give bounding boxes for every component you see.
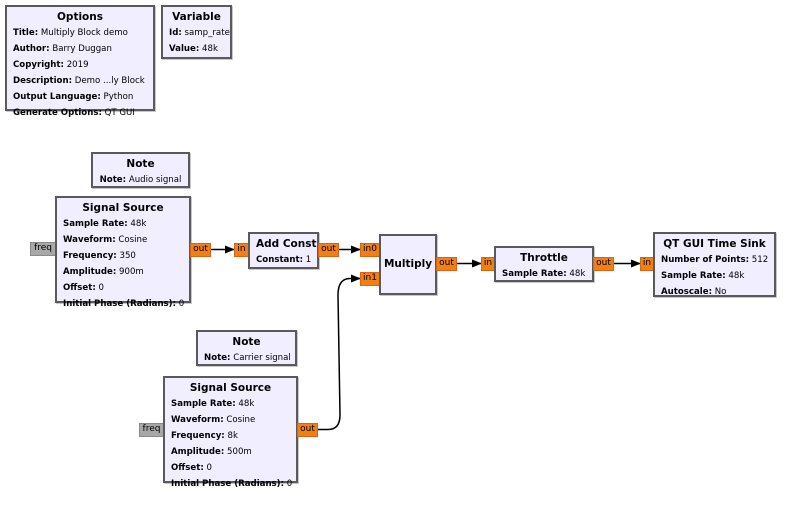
param-note: Note: Carrier signal (204, 353, 291, 363)
block-title: Note (232, 336, 261, 348)
param-waveform: Waveform: Cosine (63, 235, 148, 245)
param-constant: Constant: 1 (256, 255, 312, 265)
param-title: Title: Multiply Block demo (13, 28, 128, 38)
add-const-block[interactable]: Add Const Constant: 1 (248, 232, 319, 269)
throttle-out-port[interactable]: out (593, 257, 614, 271)
multiply-block[interactable]: Multiply (379, 234, 437, 295)
wire-signal-source-2-to-multiply-in1[interactable] (317, 274, 361, 431)
param-number-of-points: Number of Points: 512 (661, 255, 769, 265)
param-offset: Offset: 0 (63, 283, 104, 293)
param-initial-phase: Initial Phase (Radians): 0 (63, 299, 185, 309)
add-const-out-port[interactable]: out (318, 243, 339, 257)
signal-source-2-block[interactable]: Signal Source Sample Rate: 48k Waveform:… (163, 376, 298, 489)
param-frequency: Frequency: 8k (171, 431, 238, 441)
add-const-in-port[interactable]: in (234, 243, 249, 257)
signal-source-1-block[interactable]: Signal Source Sample Rate: 48k Waveform:… (55, 196, 191, 309)
param-sample-rate: Sample Rate: 48k (502, 269, 586, 279)
throttle-in-port[interactable]: in (481, 257, 495, 271)
param-id: Id: samp_rate (169, 28, 230, 38)
block-title: Add Const (256, 238, 317, 250)
multiply-out-port[interactable]: out (436, 257, 457, 271)
block-title: Variable (172, 11, 221, 23)
signal-source-1-out-port[interactable]: out (190, 243, 211, 257)
signal-source-2-out-port[interactable]: out (297, 423, 318, 437)
param-output-language: Output Language: Python (13, 92, 134, 102)
param-offset: Offset: 0 (171, 463, 212, 473)
note-carrier-block[interactable]: Note Note: Carrier signal (196, 330, 297, 366)
throttle-block[interactable]: Throttle Sample Rate: 48k (494, 246, 594, 282)
param-note: Note: Audio signal (99, 175, 182, 185)
param-value: Value: 48k (169, 44, 218, 54)
block-title: Multiply (383, 258, 433, 270)
param-sample-rate: Sample Rate: 48k (661, 271, 745, 281)
signal-source-2-freq-port[interactable]: freq (139, 423, 164, 437)
options-block[interactable]: Options Title: Multiply Block demo Autho… (5, 5, 155, 118)
block-title: QT GUI Time Sink (663, 238, 766, 250)
block-title: Throttle (520, 252, 568, 264)
param-description: Description: Demo ...ly Block (13, 76, 145, 86)
multiply-in1-port[interactable]: in1 (360, 272, 380, 286)
signal-source-1-freq-port[interactable]: freq (30, 242, 56, 256)
param-sample-rate: Sample Rate: 48k (171, 399, 255, 409)
param-copyright: Copyright: 2019 (13, 60, 89, 70)
block-title: Note (126, 158, 155, 170)
qt-time-sink-block[interactable]: QT GUI Time Sink Number of Points: 512 S… (653, 232, 776, 297)
param-sample-rate: Sample Rate: 48k (63, 219, 147, 229)
param-waveform: Waveform: Cosine (171, 415, 256, 425)
param-frequency: Frequency: 350 (63, 251, 136, 261)
variable-block[interactable]: Variable Id: samp_rate Value: 48k (161, 5, 232, 59)
param-amplitude: Amplitude: 900m (63, 267, 144, 277)
block-title: Signal Source (189, 382, 272, 394)
param-author: Author: Barry Duggan (13, 44, 112, 54)
multiply-in0-port[interactable]: in0 (360, 243, 380, 257)
param-initial-phase: Initial Phase (Radians): 0 (171, 479, 293, 489)
param-generate-options: Generate Options: QT GUI (13, 108, 135, 118)
block-title: Options (57, 11, 103, 23)
block-title: Signal Source (82, 202, 164, 214)
qt-time-sink-in-port[interactable]: in (640, 257, 654, 271)
note-audio-block[interactable]: Note Note: Audio signal (91, 152, 190, 188)
param-autoscale: Autoscale: No (661, 287, 727, 297)
param-amplitude: Amplitude: 500m (171, 447, 252, 457)
